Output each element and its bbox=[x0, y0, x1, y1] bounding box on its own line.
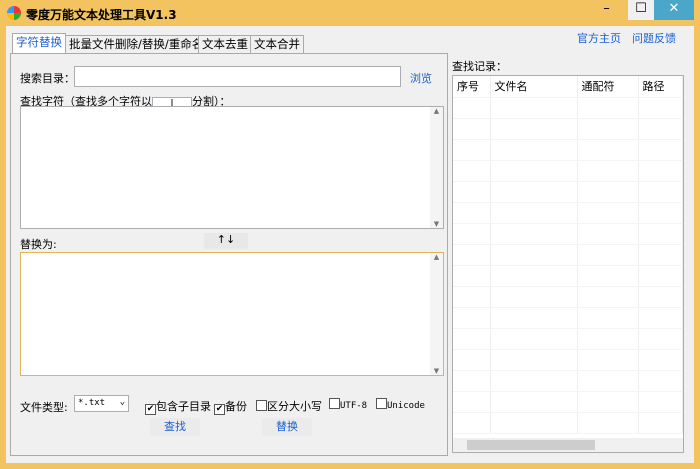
table-row bbox=[453, 202, 683, 224]
replace-button[interactable]: 替换 bbox=[262, 418, 312, 436]
find-button[interactable]: 查找 bbox=[150, 418, 200, 436]
checkbox-icon[interactable] bbox=[256, 400, 267, 411]
table-row bbox=[453, 97, 683, 119]
replace-textarea[interactable]: ▲ ▼ bbox=[20, 252, 444, 376]
horizontal-scrollbar[interactable] bbox=[453, 438, 683, 452]
minimize-button[interactable]: – bbox=[593, 0, 620, 20]
tab-batch-file[interactable]: 批量文件删除/替换/重命名 bbox=[65, 35, 208, 53]
table-row bbox=[453, 223, 683, 245]
file-type-label: 文件类型: bbox=[20, 401, 68, 414]
table-row bbox=[453, 391, 683, 413]
option-label: 包含子目录 bbox=[156, 400, 211, 413]
window-title: 零度万能文本处理工具V1.3 bbox=[26, 8, 177, 22]
swap-button[interactable]: ↑↓ bbox=[204, 233, 248, 249]
col-path[interactable]: 路径 bbox=[638, 76, 683, 98]
checkbox-icon[interactable] bbox=[329, 398, 340, 409]
table-row bbox=[453, 181, 683, 203]
feedback-link[interactable]: 问题反馈 bbox=[632, 30, 676, 46]
option-case[interactable]: 区分大小写 bbox=[256, 398, 322, 414]
tab-merge[interactable]: 文本合并 bbox=[250, 35, 304, 53]
table-row bbox=[453, 370, 683, 392]
find-textarea[interactable]: ▲ ▼ bbox=[20, 106, 444, 229]
option-label: 备份 bbox=[225, 400, 247, 413]
option-backup[interactable]: ✔ 备份 bbox=[214, 398, 247, 415]
table-row bbox=[453, 286, 683, 308]
file-type-select[interactable]: *.txt ⌄ bbox=[74, 395, 129, 412]
search-dir-label: 搜索目录： bbox=[20, 72, 75, 85]
tab-dedupe[interactable]: 文本去重 bbox=[198, 35, 252, 53]
homepage-link[interactable]: 官方主页 bbox=[577, 30, 621, 46]
option-unicode[interactable]: Unicode bbox=[376, 398, 425, 411]
table-row bbox=[453, 244, 683, 266]
option-label: UTF-8 bbox=[340, 401, 368, 411]
find-scrollbar[interactable]: ▲ ▼ bbox=[430, 107, 443, 228]
table-row bbox=[453, 307, 683, 329]
maximize-button[interactable]: ☐ bbox=[628, 0, 654, 20]
option-utf8[interactable]: UTF-8 bbox=[329, 398, 367, 411]
app-logo-icon bbox=[7, 6, 21, 20]
replace-scrollbar[interactable]: ▲ ▼ bbox=[430, 253, 443, 375]
results-table[interactable]: 序号 文件名 通配符 路径 bbox=[452, 75, 684, 453]
table-row bbox=[453, 349, 683, 371]
chevron-down-icon: ⌄ bbox=[119, 397, 125, 407]
checkbox-icon[interactable] bbox=[376, 398, 387, 409]
table-row bbox=[453, 328, 683, 350]
table-row bbox=[453, 118, 683, 140]
table-row bbox=[453, 139, 683, 161]
results-label: 查找记录： bbox=[452, 60, 507, 73]
table-row bbox=[453, 412, 683, 434]
col-index[interactable]: 序号 bbox=[453, 76, 491, 98]
table-row bbox=[453, 160, 683, 182]
checkbox-icon[interactable]: ✔ bbox=[214, 404, 225, 415]
col-pattern[interactable]: 通配符 bbox=[577, 76, 639, 98]
tab-char-replace[interactable]: 字符替换 bbox=[12, 33, 66, 54]
file-type-value: *.txt bbox=[78, 398, 106, 408]
option-label: 区分大小写 bbox=[267, 400, 322, 413]
browse-button[interactable]: 浏览 bbox=[410, 70, 432, 86]
option-label: Unicode bbox=[387, 401, 425, 411]
table-row bbox=[453, 265, 683, 287]
scrollbar-thumb[interactable] bbox=[467, 440, 595, 450]
col-filename[interactable]: 文件名 bbox=[490, 76, 578, 98]
replace-label: 替换为: bbox=[20, 238, 57, 251]
checkbox-icon[interactable]: ✔ bbox=[145, 404, 156, 415]
option-subdirs[interactable]: ✔ 包含子目录 bbox=[145, 398, 211, 415]
close-button[interactable]: ✕ bbox=[654, 0, 694, 20]
search-dir-input[interactable] bbox=[74, 66, 401, 87]
